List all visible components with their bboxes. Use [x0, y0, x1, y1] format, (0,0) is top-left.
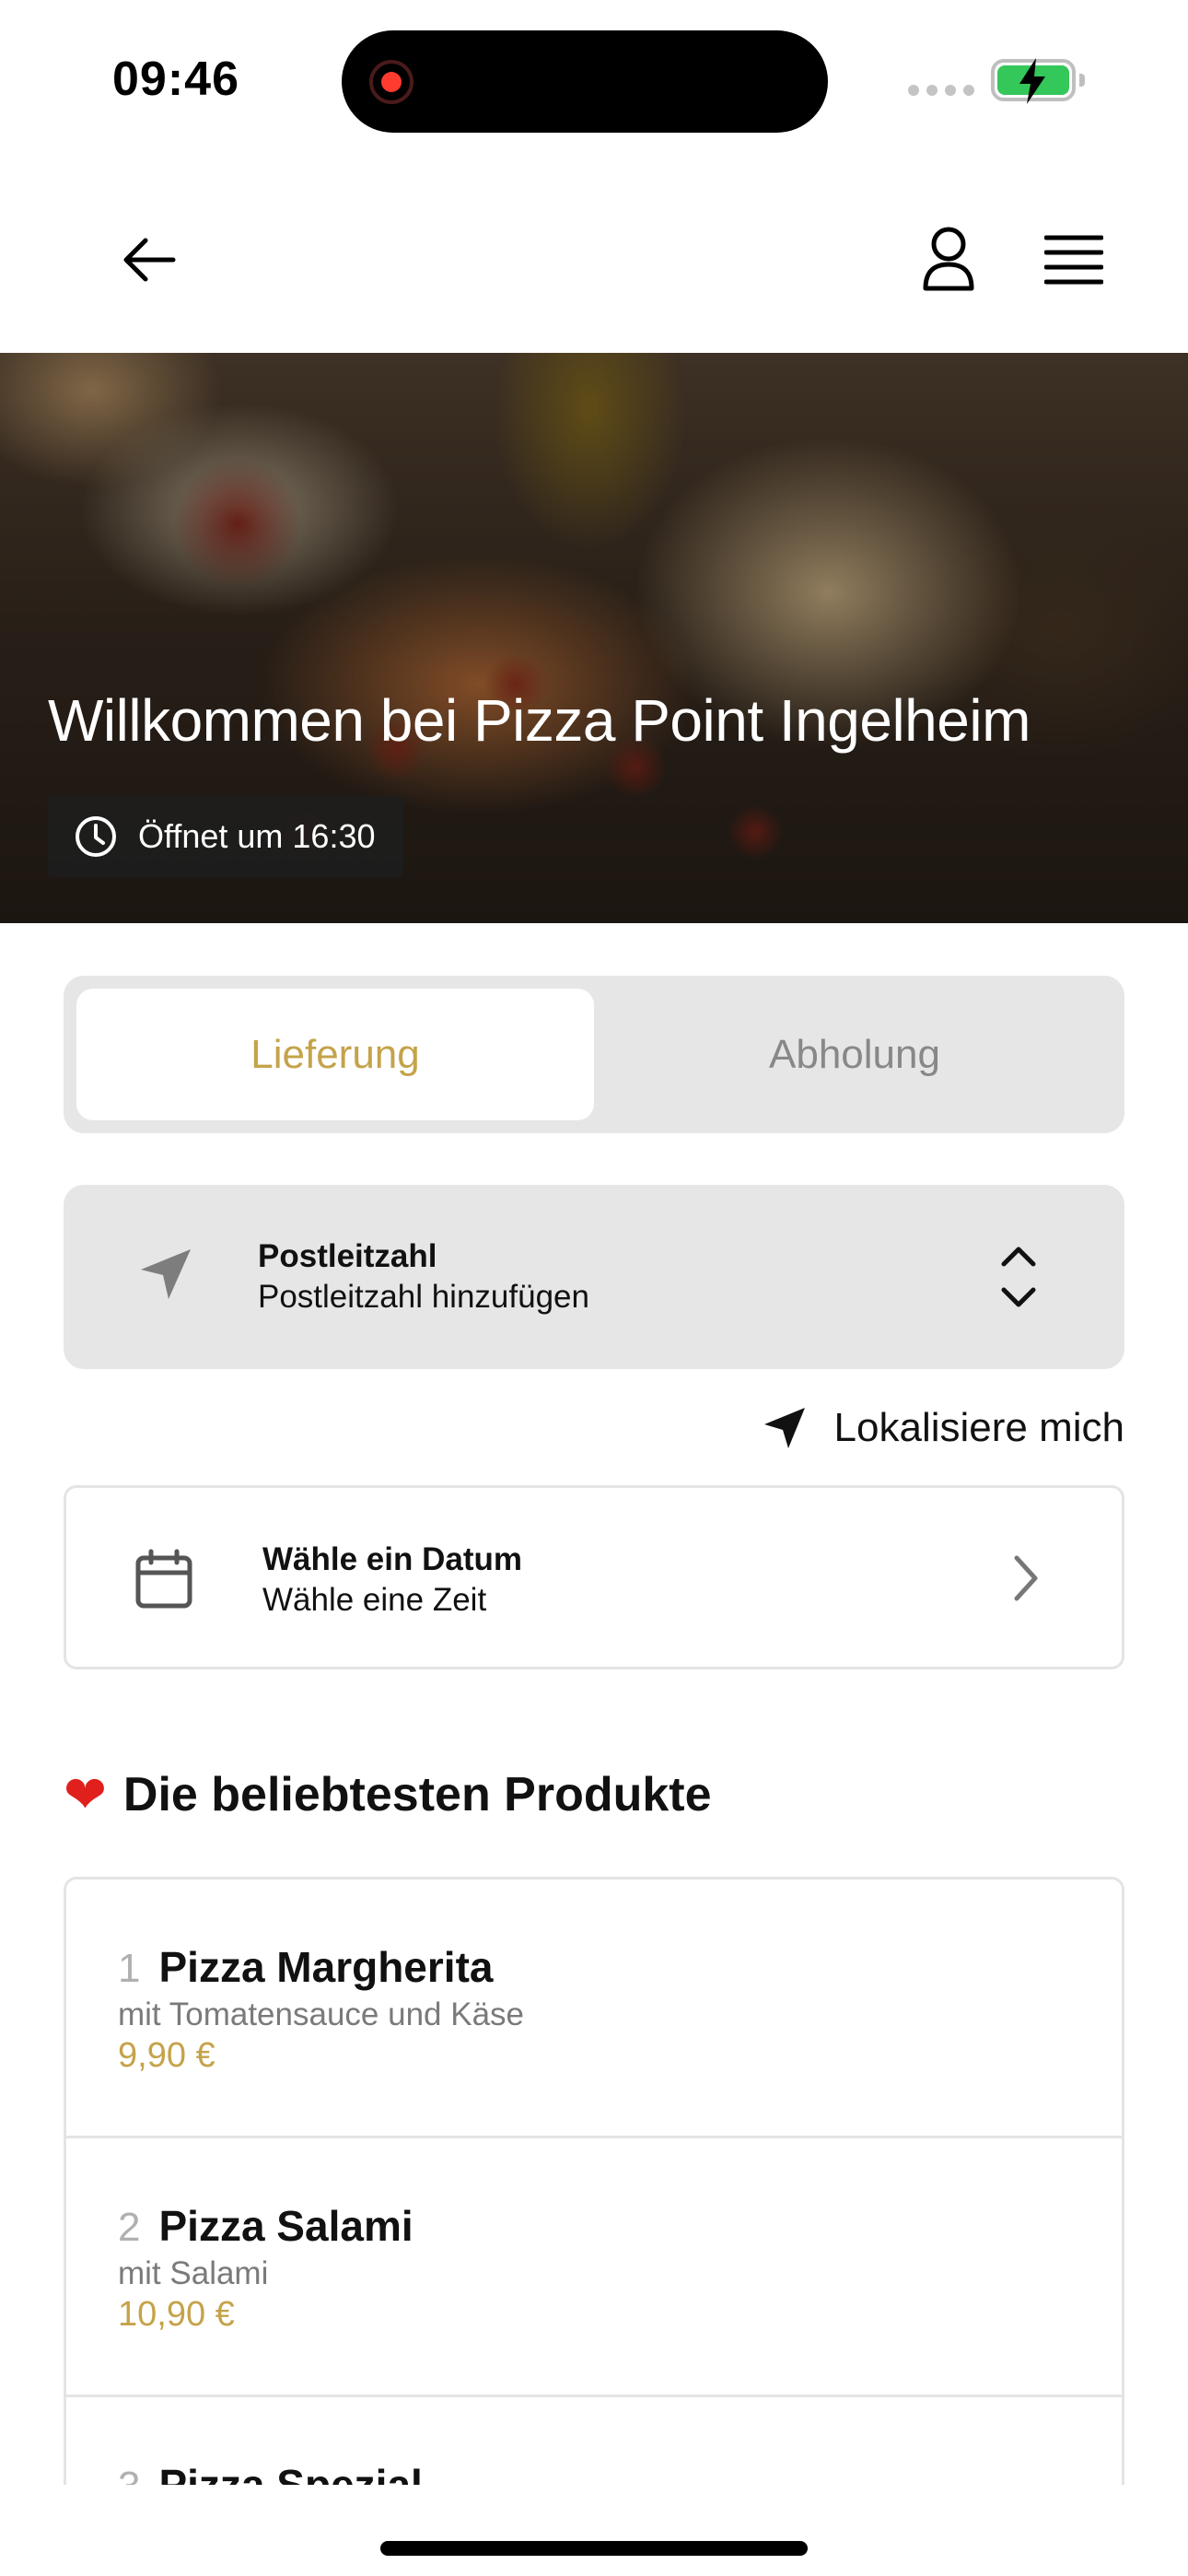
tab-pickup[interactable]: Abholung	[596, 989, 1113, 1120]
home-indicator[interactable]	[380, 2541, 808, 2556]
list-item[interactable]: 2 Pizza Salami mit Salami 10,90 €	[66, 2138, 1122, 2397]
opening-hours-text: Öffnet um 16:30	[138, 817, 376, 855]
hero-banner: Willkommen bei Pizza Point Ingelheim Öff…	[0, 353, 1188, 923]
product-price: 10,90 €	[118, 2295, 235, 2334]
hero-title: Willkommen bei Pizza Point Ingelheim	[48, 687, 1031, 754]
product-description: mit Salami	[118, 2255, 269, 2291]
postcode-selector[interactable]: Postleitzahl Postleitzahl hinzufügen	[64, 1185, 1124, 1369]
status-time: 09:46	[112, 53, 239, 106]
hamburger-menu-icon	[1044, 235, 1103, 285]
product-rank: 3	[118, 2464, 140, 2485]
status-bar: 09:46	[0, 0, 1188, 157]
dynamic-island	[342, 30, 828, 133]
location-arrow-icon	[141, 1249, 191, 1299]
postcode-placeholder: Postleitzahl hinzufügen	[258, 1279, 589, 1315]
menu-button[interactable]	[1035, 221, 1112, 299]
product-name: Pizza Salami	[158, 2202, 413, 2250]
list-item[interactable]: 1 Pizza Margherita mit Tomatensauce und …	[66, 1879, 1122, 2138]
product-name: Pizza Margherita	[158, 1943, 494, 1991]
product-price: 9,90 €	[118, 2036, 215, 2075]
locate-me-label: Lokalisiere mich	[833, 1405, 1124, 1450]
product-rank: 2	[118, 2205, 141, 2250]
battery-charging-icon	[991, 58, 1085, 104]
opening-hours-badge: Öffnet um 16:30	[48, 796, 403, 877]
list-item[interactable]: 3 Pizza Spezial	[66, 2397, 1122, 2485]
date-label: Wähle ein Datum	[262, 1541, 522, 1577]
calendar-icon	[135, 1549, 192, 1609]
product-list: 1 Pizza Margherita mit Tomatensauce und …	[64, 1877, 1124, 2485]
product-description: mit Tomatensauce und Käse	[118, 1996, 525, 2032]
product-rank: 1	[118, 1946, 141, 1991]
chevron-right-icon	[1014, 1555, 1038, 1601]
location-arrow-icon	[763, 1408, 805, 1448]
locate-me-button[interactable]: Lokalisiere mich	[763, 1399, 1124, 1458]
popular-products-heading: ❤ Die beliebtesten Produkte	[64, 1767, 712, 1822]
tab-delivery[interactable]: Lieferung	[76, 989, 594, 1120]
clock-icon	[76, 816, 116, 857]
back-button[interactable]	[111, 221, 188, 299]
date-time-selector[interactable]: Wähle ein Datum Wähle eine Zeit	[64, 1485, 1124, 1669]
order-mode-toggle: Lieferung Abholung	[64, 976, 1124, 1133]
recording-indicator-icon	[369, 60, 413, 104]
heart-icon: ❤	[64, 1765, 107, 1823]
chevron-up-down-icon	[1001, 1247, 1036, 1307]
section-title: Die beliebtesten Produkte	[122, 1768, 712, 1821]
time-label: Wähle eine Zeit	[262, 1582, 487, 1618]
product-name: Pizza Spezial	[158, 2461, 423, 2485]
profile-button[interactable]	[912, 217, 985, 300]
nav-bar	[0, 166, 1188, 350]
postcode-label: Postleitzahl	[258, 1238, 437, 1274]
cellular-signal-icon	[908, 85, 974, 96]
arrow-left-icon	[123, 238, 176, 282]
user-icon	[923, 227, 974, 291]
